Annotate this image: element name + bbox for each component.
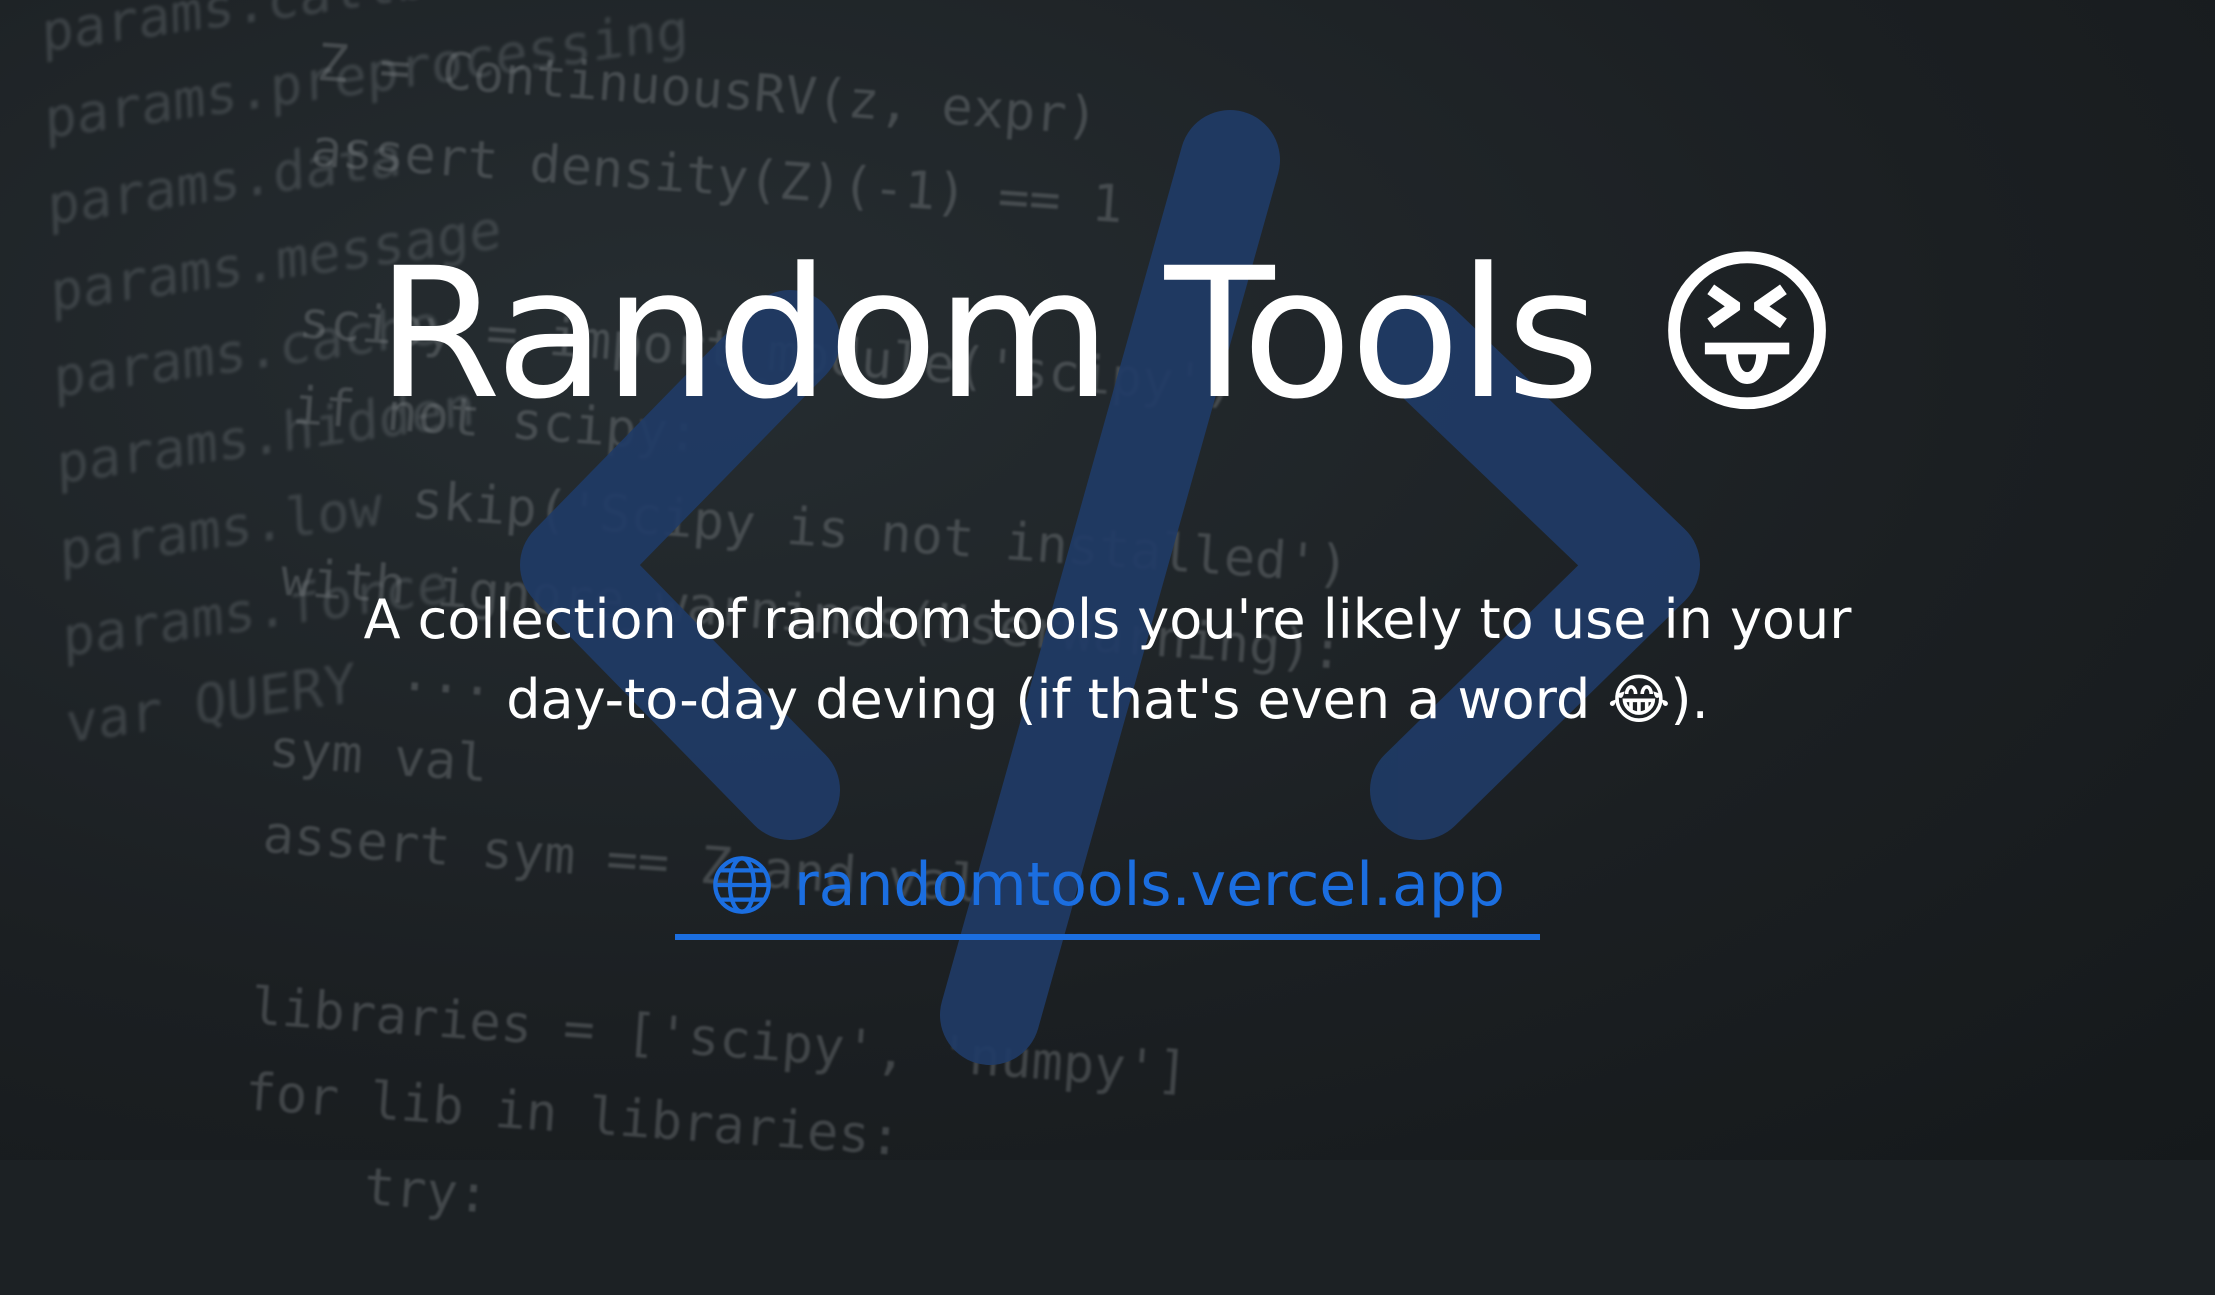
subtitle-line-1: A collection of random tools you're like…: [363, 588, 1852, 651]
website-link-label: randomtools.vercel.app: [793, 850, 1505, 920]
subtitle-line-2: day-to-day deving (if that's even a word…: [506, 668, 1709, 731]
website-link[interactable]: randomtools.vercel.app: [675, 850, 1540, 940]
subtitle: A collection of random tools you're like…: [200, 580, 2015, 740]
page-title: Random Tools 😝: [376, 230, 1841, 439]
globe-icon: [713, 856, 771, 914]
